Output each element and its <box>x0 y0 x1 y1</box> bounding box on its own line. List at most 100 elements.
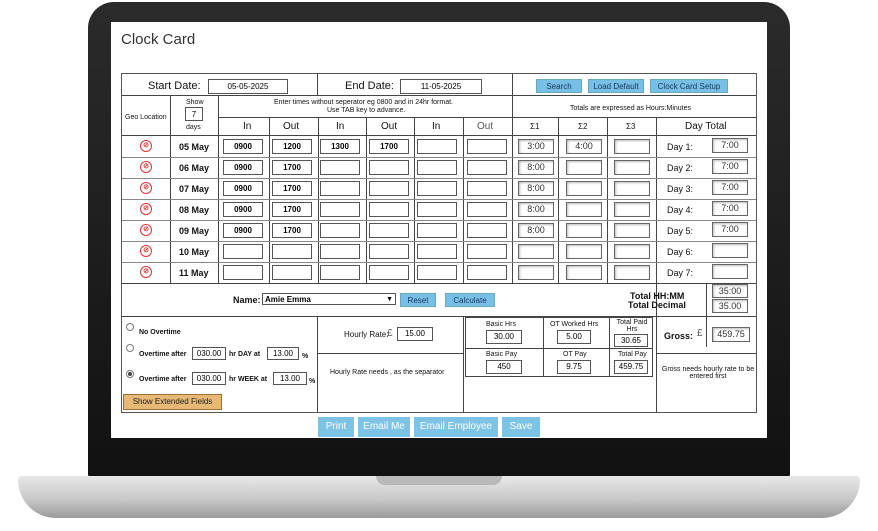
basic-hrs-value[interactable]: 30.00 <box>486 330 522 344</box>
time-input[interactable] <box>417 244 457 259</box>
time-input[interactable] <box>467 139 507 154</box>
time-input[interactable] <box>320 181 360 196</box>
day-total-value <box>712 264 748 279</box>
time-input[interactable] <box>320 202 360 217</box>
time-input[interactable] <box>467 244 507 259</box>
time-input[interactable]: 1700 <box>272 160 312 175</box>
sum3-value <box>614 160 650 175</box>
time-input[interactable]: 1700 <box>272 181 312 196</box>
time-input[interactable]: 1200 <box>272 139 312 154</box>
sum3-value <box>614 181 650 196</box>
time-input[interactable] <box>417 160 457 175</box>
time-input[interactable]: 0900 <box>223 223 263 238</box>
end-date-input[interactable]: 11-05-2025 <box>400 79 482 94</box>
time-input[interactable] <box>369 202 409 217</box>
divider <box>218 95 219 283</box>
day-total-value: 7:00 <box>712 201 748 216</box>
time-input[interactable] <box>467 160 507 175</box>
time-input[interactable] <box>369 244 409 259</box>
save-button[interactable]: Save <box>502 417 540 437</box>
email-me-button[interactable]: Email Me <box>358 417 410 437</box>
overtime-week-radio[interactable] <box>126 370 134 378</box>
time-input[interactable]: 0900 <box>223 160 263 175</box>
divider <box>269 117 270 283</box>
day-total-value: 7:00 <box>712 159 748 174</box>
divider <box>463 117 464 283</box>
time-input[interactable] <box>223 244 263 259</box>
day-label: Day 7: <box>667 268 694 278</box>
time-input[interactable] <box>467 265 507 280</box>
load-default-button[interactable]: Load Default <box>588 79 644 93</box>
divider <box>609 318 610 376</box>
time-input[interactable]: 0900 <box>223 202 263 217</box>
time-input[interactable] <box>272 265 312 280</box>
time-input[interactable] <box>467 223 507 238</box>
row-date: 06 May <box>179 163 210 173</box>
email-employee-button[interactable]: Email Employee <box>414 417 498 437</box>
overtime-day-hours-input[interactable]: 030.00 <box>192 347 226 360</box>
time-input[interactable] <box>417 139 457 154</box>
ot-worked-hrs-value[interactable]: 5.00 <box>557 330 591 344</box>
instructions-line-1: Enter times without seperator eg 0800 an… <box>274 99 453 106</box>
page-title: Clock Card <box>121 31 196 48</box>
calculate-button[interactable]: Calculate <box>445 293 495 307</box>
employee-name-select[interactable]: Amie Emma ▼ <box>262 293 396 305</box>
print-button[interactable]: Print <box>318 417 354 437</box>
overtime-day-radio[interactable] <box>126 344 134 352</box>
divider <box>558 117 559 283</box>
total-paid-hrs-value[interactable]: 30.65 <box>614 334 648 347</box>
time-input[interactable] <box>320 244 360 259</box>
overtime-day-percent-input[interactable]: 13.00 <box>267 347 299 360</box>
ot-pay-value[interactable]: 9.75 <box>557 360 591 374</box>
time-input[interactable] <box>320 160 360 175</box>
time-input[interactable] <box>417 202 457 217</box>
divider <box>317 316 318 412</box>
search-button[interactable]: Search <box>536 79 582 93</box>
total-pay-value[interactable]: 459.75 <box>614 360 648 374</box>
overtime-week-percent-input[interactable]: 13.00 <box>273 372 307 385</box>
overtime-week-hours-input[interactable]: 030.00 <box>192 372 226 385</box>
sum2-value <box>566 202 602 217</box>
time-input[interactable] <box>320 265 360 280</box>
time-input[interactable] <box>467 202 507 217</box>
geo-location-icon[interactable]: ⊘ <box>140 161 152 173</box>
time-input[interactable] <box>272 244 312 259</box>
sum1-header: Σ1 <box>530 122 540 131</box>
time-input[interactable]: 1300 <box>320 139 360 154</box>
time-input[interactable]: 1700 <box>272 223 312 238</box>
sum2-value: 4:00 <box>566 139 602 154</box>
divider <box>607 117 608 283</box>
time-input[interactable]: 0900 <box>223 181 263 196</box>
divider <box>317 353 463 354</box>
geo-location-icon[interactable]: ⊘ <box>140 182 152 194</box>
geo-location-icon[interactable]: ⊘ <box>140 140 152 152</box>
show-extended-fields-button[interactable]: Show Extended Fields <box>123 394 222 410</box>
time-input[interactable] <box>417 181 457 196</box>
time-input[interactable] <box>223 265 263 280</box>
time-input[interactable] <box>320 223 360 238</box>
time-input[interactable] <box>467 181 507 196</box>
geo-location-icon[interactable]: ⊘ <box>140 203 152 215</box>
geo-location-icon[interactable]: ⊘ <box>140 245 152 257</box>
time-input[interactable] <box>369 181 409 196</box>
basic-pay-value[interactable]: 450 <box>486 360 522 374</box>
reset-button[interactable]: Reset <box>400 293 436 307</box>
time-input[interactable]: 1700 <box>369 139 409 154</box>
no-overtime-radio[interactable] <box>126 323 134 331</box>
time-input[interactable] <box>369 223 409 238</box>
time-input[interactable] <box>417 223 457 238</box>
clock-card-setup-button[interactable]: Clock Card Setup <box>650 79 728 93</box>
time-input[interactable] <box>369 160 409 175</box>
geo-location-icon[interactable]: ⊘ <box>140 266 152 278</box>
time-input[interactable] <box>369 265 409 280</box>
time-input[interactable]: 1700 <box>272 202 312 217</box>
time-input[interactable] <box>417 265 457 280</box>
sum2-value <box>566 223 602 238</box>
hourly-rate-label: Hourly Rate: <box>344 330 389 339</box>
time-input[interactable]: 0900 <box>223 139 263 154</box>
start-date-input[interactable]: 05-05-2025 <box>208 79 288 94</box>
hourly-rate-input[interactable]: 15.00 <box>397 327 433 341</box>
show-days-input[interactable]: 7 <box>185 107 203 121</box>
sum3-value <box>614 265 650 280</box>
geo-location-icon[interactable]: ⊘ <box>140 224 152 236</box>
